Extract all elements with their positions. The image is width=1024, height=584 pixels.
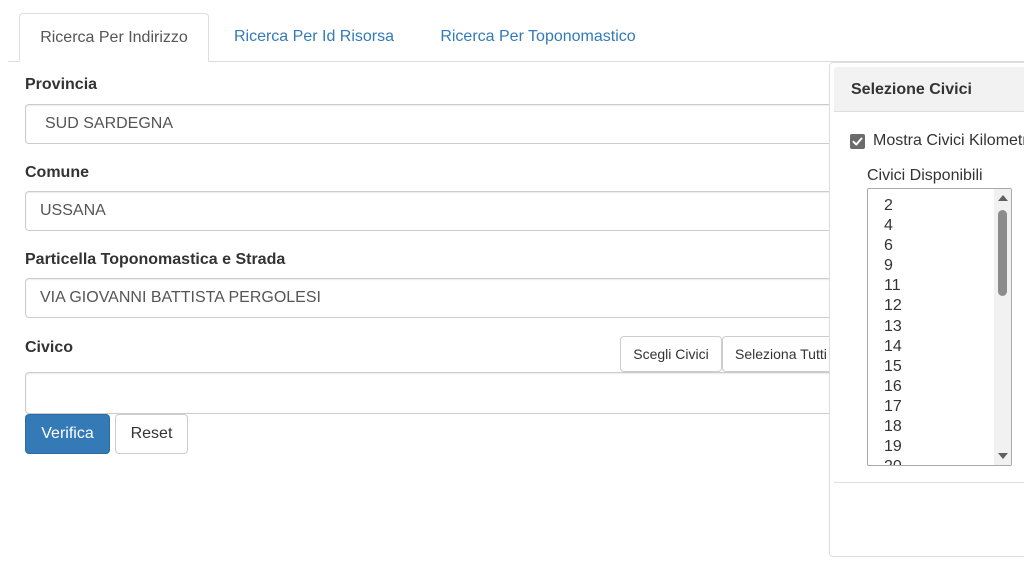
scegli-civici-button[interactable]: Scegli Civici	[620, 336, 722, 372]
civico-option[interactable]: 12	[884, 296, 902, 316]
strada-label: Particella Toponomastica e Strada	[25, 251, 286, 268]
mostra-civici-label: Mostra Civici Kilometrici	[873, 132, 1024, 149]
scroll-thumb[interactable]	[998, 210, 1007, 296]
comune-input[interactable]: USSANA	[25, 191, 865, 231]
scroll-up-arrow-icon[interactable]	[998, 195, 1008, 201]
tab-ricerca-per-id-risorsa[interactable]: Ricerca Per Id Risorsa	[216, 13, 412, 61]
civici-list: 246911121314151617181920	[884, 196, 902, 465]
tab-ricerca-per-indirizzo[interactable]: Ricerca Per Indirizzo	[19, 13, 209, 62]
strada-input[interactable]: VIA GIOVANNI BATTISTA PERGOLESI	[25, 278, 865, 318]
seleziona-tutti-button[interactable]: Seleziona Tutti	[722, 336, 838, 372]
civico-option[interactable]: 11	[884, 276, 902, 296]
civico-option[interactable]: 9	[884, 256, 902, 276]
civico-option[interactable]: 13	[884, 317, 902, 337]
civico-label: Civico	[25, 339, 74, 356]
listbox-scrollbar[interactable]	[994, 189, 1011, 465]
reset-button[interactable]: Reset	[115, 414, 188, 454]
tab-ricerca-per-toponomastico[interactable]: Ricerca Per Toponomastico	[420, 13, 656, 61]
civico-option[interactable]: 15	[884, 357, 902, 377]
civico-option[interactable]: 20	[884, 457, 902, 465]
civico-input[interactable]	[25, 372, 865, 414]
mostra-civici-checkbox[interactable]	[850, 134, 865, 149]
civico-option[interactable]: 6	[884, 236, 902, 256]
check-icon	[852, 137, 863, 146]
civici-disponibili-label: Civici Disponibili	[867, 167, 983, 184]
civico-option[interactable]: 18	[884, 417, 902, 437]
panel-title: Selezione Civici	[851, 81, 972, 98]
search-tabs: Ricerca Per Indirizzo Ricerca Per Id Ris…	[0, 0, 1024, 62]
selezione-civici-panel: Selezione Civici Mostra Civici Kilometri…	[829, 62, 1024, 557]
civici-listbox[interactable]: 246911121314151617181920	[867, 188, 1012, 466]
civico-option[interactable]: 14	[884, 337, 902, 357]
civico-option[interactable]: 4	[884, 216, 902, 236]
panel-divider	[834, 482, 1024, 483]
civico-option[interactable]: 2	[884, 196, 902, 216]
panel-heading: Selezione Civici	[834, 67, 1024, 112]
provincia-select[interactable]: SUD SARDEGNA	[25, 104, 865, 144]
provincia-label: Provincia	[25, 76, 98, 93]
civico-option[interactable]: 19	[884, 437, 902, 457]
comune-label: Comune	[25, 164, 89, 181]
civico-option[interactable]: 17	[884, 397, 902, 417]
verifica-button[interactable]: Verifica	[25, 414, 110, 454]
civico-option[interactable]: 16	[884, 377, 902, 397]
scroll-down-arrow-icon[interactable]	[998, 453, 1008, 459]
